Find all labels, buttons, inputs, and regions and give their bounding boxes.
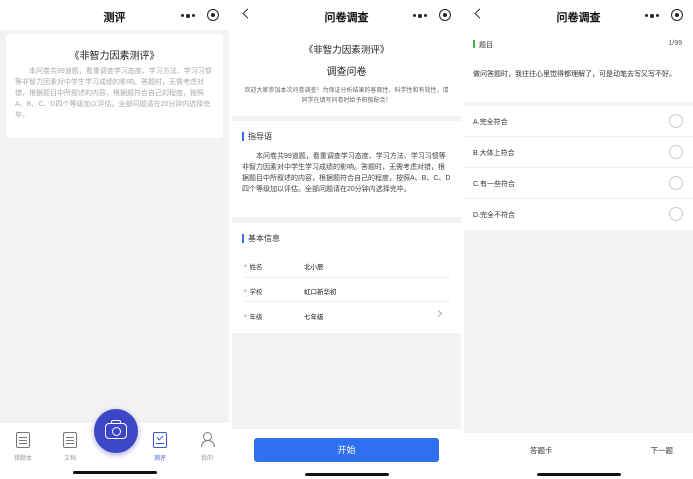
field-value: 七年级: [304, 314, 324, 321]
radio-icon[interactable]: [669, 114, 683, 128]
basic-info-card: 基本信息 * 姓名 北小辰 * 学校 虹口新华初 * 年级 七年级: [232, 223, 461, 333]
home-indicator: [304, 473, 389, 476]
grade-select[interactable]: * 年级 七年级: [244, 303, 451, 327]
close-miniprogram-icon[interactable]: [207, 9, 219, 21]
option-d[interactable]: D.完全不符合: [464, 199, 693, 230]
evaluation-home-screen: 测评 《非智力因素测评》 本问卷共99道题，看重调查学习态度、学习方法、学习习惯…: [0, 0, 229, 479]
camera-icon: [105, 420, 127, 439]
camera-button[interactable]: [94, 409, 138, 453]
tab-label: 测评: [153, 456, 166, 462]
options-list: A.完全符合 B.大体上符合 C.有一些符合 D.完全不符合: [464, 106, 693, 230]
school-field[interactable]: * 学校 虹口新华初: [244, 278, 451, 302]
option-label: D.完全不符合: [473, 212, 515, 219]
chevron-right-icon: [434, 309, 443, 318]
survey-header-card: 《非智力因素测评》 调查问卷 欢迎大家参加本次问卷调查！为保证分析结果的客观性、…: [232, 30, 461, 116]
tab-mistake-book[interactable]: 错题本: [8, 432, 38, 462]
tab-evaluation[interactable]: 测评: [145, 432, 175, 462]
document-icon: [63, 432, 77, 448]
tab-label: 文档: [63, 456, 76, 462]
survey-question-screen: 问卷调查 题目 1/99 做问答题时，我往往心里觉得都理解了，可是动笔去写又写不…: [464, 0, 693, 479]
question-heading: 题目: [473, 40, 493, 50]
field-value: 北小辰: [304, 264, 324, 271]
field-value: 虹口新华初: [304, 289, 337, 296]
guide-heading: 指导语: [242, 131, 272, 142]
question-progress: 1/99: [668, 40, 682, 47]
basic-info-heading: 基本信息: [242, 233, 280, 244]
nav-bar: 测评: [0, 0, 229, 30]
nav-bar: 问卷调查: [464, 0, 693, 30]
radio-icon[interactable]: [669, 176, 683, 190]
option-label: A.完全符合: [473, 119, 508, 126]
next-question-button[interactable]: 下一题: [651, 445, 674, 456]
more-options-icon[interactable]: [413, 13, 427, 18]
option-b[interactable]: B.大体上符合: [464, 137, 693, 168]
field-label: 年级: [249, 314, 263, 321]
evaluation-icon: [153, 432, 167, 448]
bottom-bar: 答题卡 下一题: [464, 433, 693, 479]
evaluation-card-description: 本问卷共99道题，看重调查学习态度、学习方法、学习习惯等非智力因素对中学生学习成…: [15, 68, 212, 119]
nav-bar: 问卷调查: [232, 0, 461, 30]
tab-documents[interactable]: 文档: [55, 432, 85, 462]
divider: [244, 301, 451, 302]
guide-card: 指导语 本问卷共99道题，看重调查学习态度、学习方法、学习习惯等非智力因素对中学…: [232, 121, 461, 217]
radio-icon[interactable]: [669, 207, 683, 221]
radio-icon[interactable]: [669, 145, 683, 159]
tab-profile[interactable]: 我的: [192, 432, 222, 462]
more-options-icon[interactable]: [645, 13, 659, 18]
question-text: 做问答题时，我往往心里觉得都理解了，可是动笔去写又写不好。: [473, 71, 676, 78]
survey-subtitle: 调查问卷: [326, 67, 367, 78]
tab-label: 我的: [200, 456, 213, 462]
option-a[interactable]: A.完全符合: [464, 106, 693, 137]
home-indicator: [536, 473, 621, 476]
option-label: C.有一些符合: [473, 181, 515, 188]
field-label: 学校: [249, 289, 263, 296]
start-button[interactable]: 开始: [254, 438, 439, 462]
evaluation-card-title: 《非智力因素测评》: [69, 51, 160, 62]
option-label: B.大体上符合: [473, 150, 515, 157]
survey-intro-screen: 问卷调查 《非智力因素测评》 调查问卷 欢迎大家参加本次问卷调查！为保证分析结果…: [232, 0, 461, 479]
survey-title: 《非智力因素测评》: [303, 45, 390, 56]
close-miniprogram-icon[interactable]: [439, 9, 451, 21]
guide-text: 本问卷共99道题，看重调查学习态度、学习方法、学习习惯等非智力因素对中学生学习成…: [242, 153, 451, 193]
close-miniprogram-icon[interactable]: [671, 9, 683, 21]
bottom-bar: 开始: [232, 429, 461, 479]
evaluation-card[interactable]: 《非智力因素测评》 本问卷共99道题，看重调查学习态度、学习方法、学习习惯等非智…: [6, 34, 223, 138]
tab-label: 错题本: [13, 456, 32, 462]
person-icon: [200, 432, 215, 448]
welcome-text: 欢迎大家参加本次问卷调查！为保证分析结果的客观性、科学性和有效性，请同学在填写问…: [244, 88, 449, 104]
notebook-icon: [16, 432, 30, 448]
field-label: 姓名: [249, 264, 263, 271]
option-c[interactable]: C.有一些符合: [464, 168, 693, 199]
question-card: 题目 1/99 做问答题时，我往往心里觉得都理解了，可是动笔去写又写不好。: [464, 30, 693, 102]
name-field[interactable]: * 姓名 北小辰: [244, 253, 451, 277]
home-indicator: [72, 471, 157, 474]
more-options-icon[interactable]: [181, 13, 195, 18]
answer-card-button[interactable]: 答题卡: [530, 445, 553, 456]
